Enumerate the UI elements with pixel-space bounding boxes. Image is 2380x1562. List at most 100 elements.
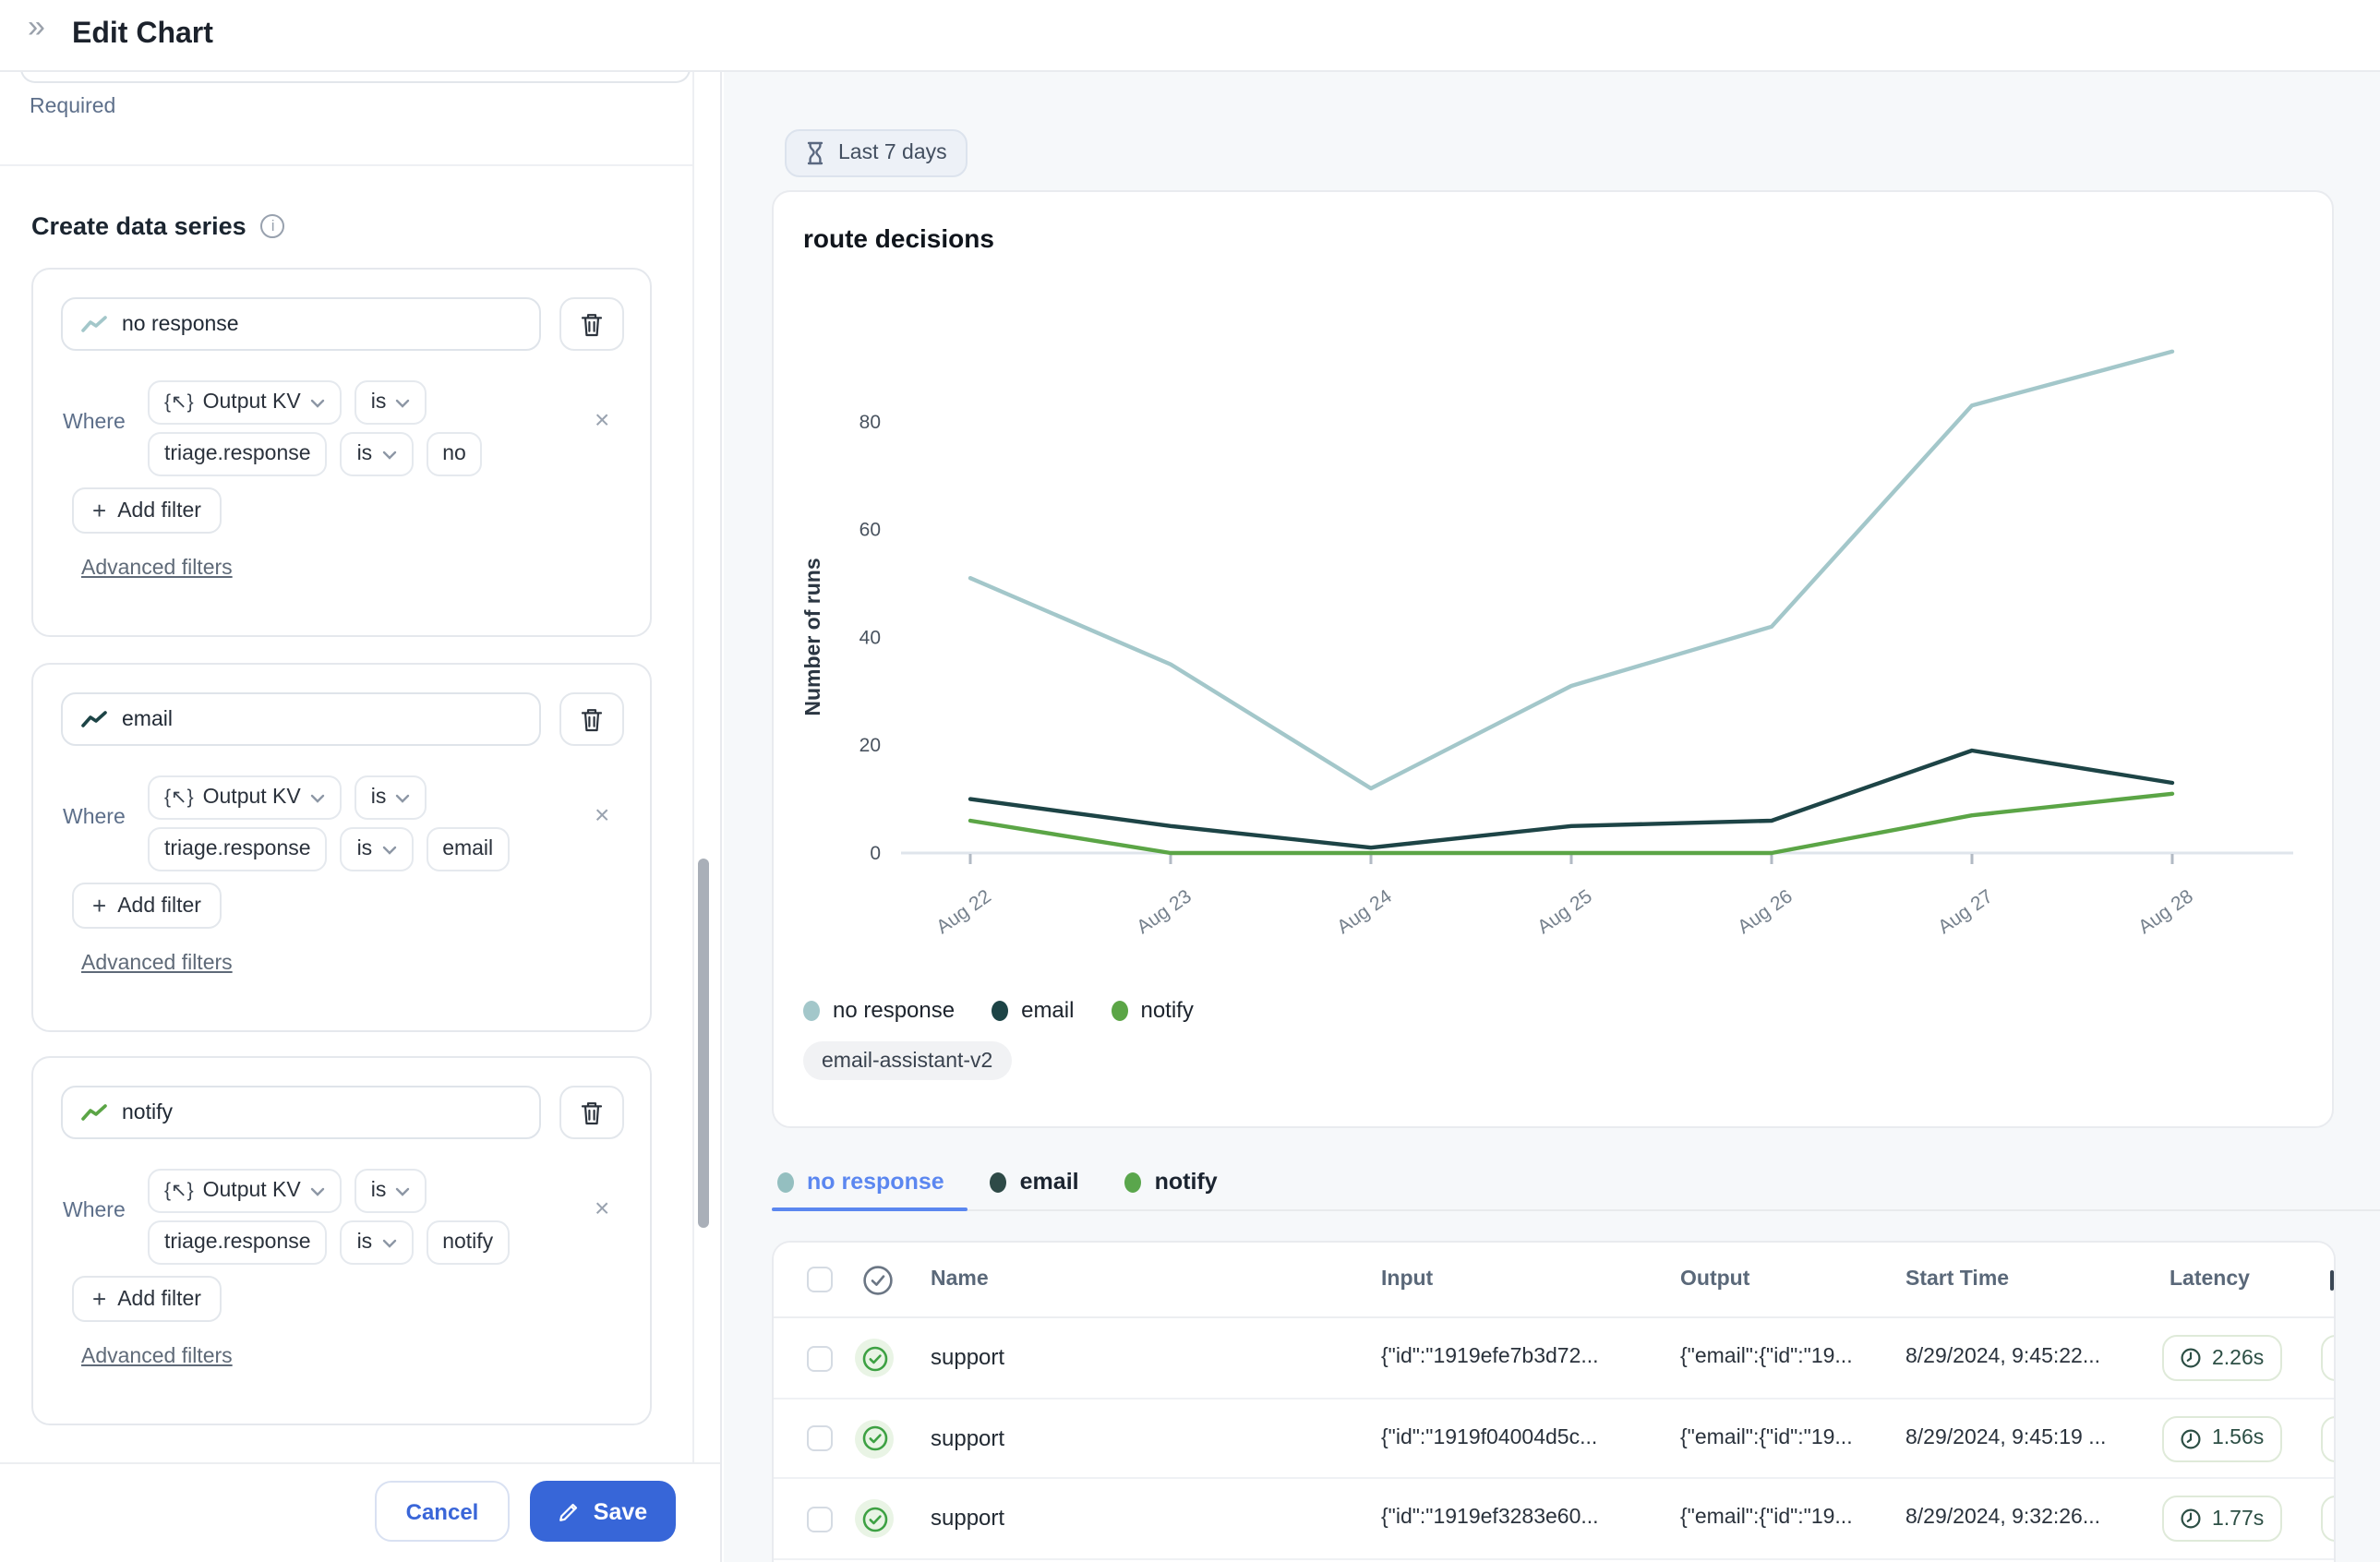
run-output: {"email":{"id":"19... [1680, 1399, 1853, 1479]
filter-value-chip[interactable]: email [426, 827, 510, 871]
svg-text:20: 20 [859, 735, 881, 756]
run-name[interactable]: support [931, 1479, 1004, 1559]
advanced-filters-link[interactable]: Advanced filters [81, 953, 233, 975]
filter-value-chip[interactable]: no [426, 432, 483, 476]
run-name[interactable]: support [931, 1318, 1004, 1399]
svg-text:Aug 25: Aug 25 [1533, 885, 1596, 938]
cancel-button[interactable]: Cancel [375, 1481, 510, 1542]
truncated-required-field[interactable] [20, 72, 691, 83]
filter-op-chip[interactable]: is [355, 1169, 427, 1213]
tab-notify[interactable]: notify [1120, 1165, 1223, 1198]
column-header-latency[interactable]: Latency [2170, 1243, 2250, 1318]
pencil-icon [559, 1500, 581, 1522]
svg-text:Aug 24: Aug 24 [1333, 885, 1396, 938]
remove-filter-icon[interactable]: × [595, 1195, 609, 1220]
row-checkbox[interactable] [807, 1425, 833, 1451]
filter-key-chip[interactable]: triage.response [148, 432, 328, 476]
scrollbar-track [692, 72, 694, 1562]
add-filter-button[interactable]: + Add filter [72, 1276, 222, 1322]
clock-icon [2181, 1348, 2201, 1368]
filter-value-chip[interactable]: notify [426, 1220, 510, 1265]
column-header-name[interactable]: Name [931, 1243, 989, 1318]
run-output: {"email":{"id":"19... [1680, 1479, 1853, 1559]
line-chart-icon [81, 1103, 107, 1122]
series-tabs: no response email notify [772, 1165, 1223, 1198]
series-dot [991, 1172, 1007, 1192]
svg-text:60: 60 [859, 520, 881, 541]
tab-email[interactable]: email [985, 1165, 1085, 1198]
svg-text:Aug 27: Aug 27 [1934, 885, 1997, 938]
trash-icon [580, 706, 604, 732]
tab-no-response[interactable]: no response [772, 1165, 950, 1198]
remove-filter-icon[interactable]: × [595, 406, 609, 432]
table-row[interactable]: support {"id":"1919ef3283e60... {"email"… [774, 1479, 2334, 1559]
advanced-filters-link[interactable]: Advanced filters [81, 1346, 233, 1368]
clock-icon [2181, 1428, 2201, 1448]
status-success-icon [855, 1339, 894, 1377]
line-chart-icon [81, 315, 107, 333]
top-bar: » Edit Chart [0, 0, 2380, 72]
filter-key-chip[interactable]: triage.response [148, 827, 328, 871]
filter-key-chip[interactable]: triage.response [148, 1220, 328, 1265]
filter-field-chip[interactable]: {↖} Output KV [148, 1169, 342, 1213]
model-badge: email-assistant-v2 [803, 1041, 1011, 1080]
filter-field-chip[interactable]: {↖} Output KV [148, 775, 342, 820]
legend-dot [803, 1000, 820, 1020]
column-header-output[interactable]: Output [1680, 1243, 1749, 1318]
where-label: Where [63, 807, 126, 829]
row-checkbox[interactable] [807, 1506, 833, 1532]
column-header-input[interactable]: Input [1381, 1243, 1433, 1318]
series-name: email [122, 708, 173, 730]
delete-series-button[interactable] [559, 1086, 624, 1139]
filter-field-chip[interactable]: {↖} Output KV [148, 380, 342, 425]
series-name: notify [122, 1101, 173, 1123]
chevron-down-icon [395, 1186, 410, 1196]
svg-text:Aug 26: Aug 26 [1734, 885, 1797, 938]
advanced-filters-link[interactable]: Advanced filters [81, 558, 233, 580]
svg-text:80: 80 [859, 412, 881, 433]
chart-card: route decisions 020406080Aug 22Aug 23Aug… [772, 190, 2334, 1128]
clipped-badge [2321, 1335, 2336, 1381]
series-name-input[interactable]: notify [61, 1086, 541, 1139]
filter-op-chip[interactable]: is [355, 775, 427, 820]
scrollbar-thumb[interactable] [698, 859, 709, 1228]
where-label: Where [63, 1200, 126, 1222]
select-all-checkbox[interactable] [807, 1267, 833, 1292]
trash-icon [580, 1099, 604, 1125]
collapse-panel-icon[interactable]: » [28, 9, 43, 46]
save-button[interactable]: Save [530, 1481, 676, 1542]
series-card-notify: notify Where {↖} Output KV is triage.res… [31, 1056, 652, 1425]
svg-text:Aug 28: Aug 28 [2134, 885, 2197, 938]
filter-key-op-chip[interactable]: is [341, 827, 414, 871]
series-name-input[interactable]: email [61, 692, 541, 746]
table-row[interactable]: support {"id":"1919f04004d5c... {"email"… [774, 1399, 2334, 1479]
status-success-icon [855, 1419, 894, 1458]
svg-text:Number of runs: Number of runs [800, 558, 824, 715]
column-header-start-time[interactable]: Start Time [1905, 1243, 2009, 1318]
delete-series-button[interactable] [559, 297, 624, 351]
add-filter-button[interactable]: + Add filter [72, 883, 222, 929]
create-data-series-heading: Create data series i [31, 212, 285, 240]
series-name-input[interactable]: no response [61, 297, 541, 351]
filter-key-op-chip[interactable]: is [341, 1220, 414, 1265]
svg-text:Aug 22: Aug 22 [932, 885, 995, 938]
legend-dot [1111, 1000, 1127, 1020]
chevron-down-icon [310, 398, 325, 407]
edit-chart-screen: » Edit Chart Required Create data series… [0, 0, 2380, 1562]
filter-row-key: triage.response is no [148, 432, 483, 476]
table-row[interactable]: support {"id":"1919efe7b3d72... {"email"… [774, 1318, 2334, 1399]
line-chart: 020406080Aug 22Aug 23Aug 24Aug 25Aug 26A… [774, 192, 2336, 949]
filter-key-op-chip[interactable]: is [341, 432, 414, 476]
filter-op-chip[interactable]: is [355, 380, 427, 425]
where-label: Where [63, 412, 126, 434]
run-start-time: 8/29/2024, 9:45:19 ... [1905, 1399, 2106, 1479]
run-name[interactable]: support [931, 1399, 1004, 1479]
delete-series-button[interactable] [559, 692, 624, 746]
remove-filter-icon[interactable]: × [595, 801, 609, 827]
row-checkbox[interactable] [807, 1345, 833, 1371]
info-icon[interactable]: i [261, 214, 285, 238]
time-range-selector[interactable]: Last 7 days [785, 129, 968, 177]
chevron-down-icon [381, 845, 396, 854]
add-filter-button[interactable]: + Add filter [72, 487, 222, 534]
run-output: {"email":{"id":"19... [1680, 1318, 1853, 1399]
